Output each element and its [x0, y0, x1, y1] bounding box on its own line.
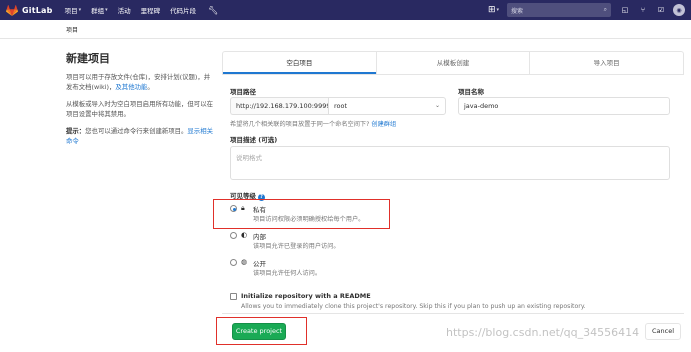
visibility-option-public[interactable]: ◍ 公开 该项目允许任何人访问。: [230, 258, 530, 280]
visibility-desc: 该项目允许任何人访问。: [253, 270, 322, 277]
plus-square-icon: ⊞: [487, 5, 496, 15]
watermark: https://blog.csdn.net/qq_34556414: [446, 326, 640, 339]
search-icon: ⌕: [603, 6, 607, 13]
nav-item-projects[interactable]: 项目 ▾: [65, 5, 82, 15]
tab-from-template[interactable]: 从模板创建: [375, 52, 530, 74]
nav-item-activity[interactable]: 活动: [118, 5, 131, 15]
chevron-down-icon: ▾: [78, 7, 82, 13]
issues-icon[interactable]: ◱: [619, 6, 631, 14]
more-features-link[interactable]: 及其他功能: [115, 83, 147, 91]
merge-requests-icon[interactable]: ⑂: [637, 6, 649, 14]
gitlab-logo[interactable]: GitLab: [6, 4, 53, 16]
tip-label: 提示：: [66, 127, 86, 135]
admin-wrench-icon[interactable]: 🔧︎: [208, 6, 218, 15]
project-name-label: 项目名称: [458, 88, 484, 96]
group-help-text: 希望将几个相关联的项目放置于同一个命名空间下?: [230, 121, 370, 128]
visibility-name: 公开: [253, 260, 266, 268]
nav-label: 活动: [117, 7, 131, 15]
globe-icon: ◍: [241, 258, 248, 266]
namespace-value: root: [334, 102, 348, 110]
chevron-down-icon: ▾: [496, 7, 499, 13]
highlight-box-private: [213, 199, 390, 229]
nav-label: 里程碑: [140, 7, 161, 15]
tab-import-project[interactable]: 导入项目: [529, 52, 683, 74]
search-placeholder: 搜索: [511, 7, 524, 15]
visibility-name: 内部: [253, 233, 266, 241]
description-label: 项目描述 (可选): [230, 136, 278, 144]
breadcrumb-bar: 项目: [0, 20, 691, 39]
path-prefix: http://192.168.179.100:9999/: [230, 97, 333, 115]
gitlab-tanuki-icon: [6, 4, 18, 16]
nav-label: 群组: [91, 7, 105, 15]
namespace-select[interactable]: root ⌄: [328, 97, 446, 115]
description-textarea[interactable]: 说明格式: [230, 146, 670, 180]
nav-label: 代码片段: [170, 7, 197, 15]
nav-item-snippets[interactable]: 代码片段: [170, 5, 196, 15]
chevron-down-icon: ⌄: [434, 102, 440, 109]
new-project-panel: 空白项目 从模板创建 导入项目 项目路径 http://192.168.179.…: [213, 51, 684, 352]
nav-label: 项目: [64, 7, 78, 15]
template-note: 从模板或导入时为空白项目启用所有功能，但可以在项目设置中将其禁用。: [66, 100, 213, 118]
readme-checkbox[interactable]: [230, 293, 237, 300]
tip-text: 您也可以通过命令行来创建新项目。: [85, 127, 188, 135]
shield-icon: ◐: [241, 231, 248, 239]
tip-paragraph: 提示：您也可以通过命令行来创建新项目。显示相关命令: [66, 126, 216, 146]
page-intro: 新建项目 项目可以用于存放文件(仓库)，安排计划(议题)，并发布文档(wiki)…: [66, 50, 216, 153]
main-nav: 项目 ▾ 群组 ▾ 活动 里程碑 代码片段: [65, 5, 197, 15]
project-path-label: 项目路径: [230, 88, 256, 96]
top-navbar: GitLab 项目 ▾ 群组 ▾ 活动 里程碑 代码片段 🔧︎ ⊞ ▾ 搜索 ⌕ ◱ …: [0, 0, 691, 20]
new-dropdown-button[interactable]: ⊞ ▾: [488, 5, 499, 15]
nav-item-groups[interactable]: 群组 ▾: [91, 5, 108, 15]
visibility-option-internal[interactable]: ◐ 内部 该项目允许已登录的用户访问。: [230, 231, 530, 253]
search-input[interactable]: 搜索 ⌕: [507, 3, 611, 17]
brand-name: GitLab: [22, 5, 53, 15]
page-title: 新建项目: [66, 52, 110, 65]
form-footer-divider: [222, 313, 684, 314]
visibility-radio[interactable]: [230, 232, 237, 239]
highlight-box-create: [216, 317, 307, 345]
top-right-controls: ⊞ ▾ 搜索 ⌕ ◱ ⑂ ☑ ◉: [488, 0, 691, 20]
user-avatar[interactable]: ◉: [673, 4, 685, 16]
readme-desc: Allows you to immediately clone this pro…: [241, 303, 586, 310]
visibility-desc: 该项目允许已登录的用户访问。: [253, 243, 340, 250]
intro-paragraph: 项目可以用于存放文件(仓库)，安排计划(议题)，并发布文档(wiki)，及其他功…: [66, 72, 216, 92]
create-group-link[interactable]: 创建群组: [371, 121, 396, 128]
cancel-button[interactable]: Cancel: [645, 323, 681, 340]
creation-tabs: 空白项目 从模板创建 导入项目: [222, 51, 684, 75]
todos-icon[interactable]: ☑: [655, 6, 667, 14]
intro-text-end: 。: [147, 83, 154, 91]
group-help: 希望将几个相关联的项目放置于同一个命名空间下? 创建群组: [230, 119, 396, 128]
tab-blank-project[interactable]: 空白项目: [223, 52, 376, 74]
chevron-down-icon: ▾: [105, 7, 108, 13]
project-name-input[interactable]: java-demo: [458, 97, 670, 115]
breadcrumb[interactable]: 项目: [66, 25, 78, 34]
readme-title: Initialize repository with a README: [241, 292, 371, 300]
visibility-radio[interactable]: [230, 259, 237, 266]
nav-item-milestones[interactable]: 里程碑: [141, 5, 161, 15]
